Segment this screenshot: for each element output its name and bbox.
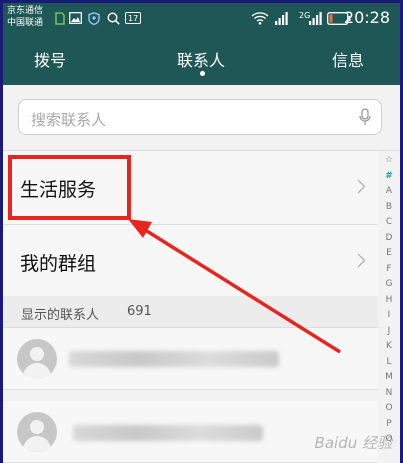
alpha-index-letter[interactable]: B — [386, 200, 392, 216]
signal-icon-2 — [309, 11, 323, 25]
search-area: 搜索联系人 — [3, 85, 400, 151]
alpha-index-letter[interactable]: L — [386, 355, 391, 371]
alpha-index-letter[interactable]: H — [386, 293, 393, 309]
alpha-index-letter[interactable]: O — [385, 401, 392, 417]
alpha-index-letter[interactable]: F — [386, 262, 391, 278]
contacts-panel: 搜索联系人 生活服务 我的群组 显示的联系人 691 ☆ # A B C D E F G H I J K… — [3, 85, 400, 463]
alpha-index-letter[interactable]: M — [385, 370, 393, 386]
my-groups-label: 我的群组 — [20, 253, 97, 275]
watermark: Baidu 经验 — [314, 434, 392, 452]
chevron-right-icon — [357, 253, 366, 272]
chevron-right-icon — [357, 179, 366, 198]
section-label: 显示的联系人 — [21, 308, 100, 323]
search-input[interactable]: 搜索联系人 — [18, 99, 382, 135]
carrier-info: 京东通信 中国联通 — [7, 5, 43, 29]
carrier-name-2: 中国联通 — [7, 18, 44, 28]
alpha-index-letter[interactable]: E — [386, 246, 392, 262]
tab-messages[interactable]: 信息 — [332, 47, 364, 71]
contact-count: 691 — [127, 304, 152, 319]
status-bar: 京东通信 中国联通 17 2G 20:28 — [3, 3, 400, 33]
alpha-index-letter[interactable]: A — [386, 184, 392, 200]
image-icon — [69, 11, 82, 25]
search-placeholder: 搜索联系人 — [31, 111, 107, 129]
blurred-contact-name — [73, 425, 263, 441]
tab-contacts[interactable]: 联系人 — [177, 47, 225, 71]
alpha-index-letter[interactable]: J — [388, 324, 391, 340]
signal-icon-1 — [275, 11, 289, 25]
tab-bar: 拨号 联系人 信息 — [3, 33, 400, 85]
alpha-index-letter[interactable]: # — [385, 169, 393, 185]
shield-icon — [88, 11, 100, 25]
highlight-box — [8, 155, 131, 220]
wifi-icon — [251, 11, 269, 25]
search-icon — [107, 11, 120, 25]
sim-icon — [55, 11, 65, 25]
blurred-contact-name — [69, 351, 279, 367]
tab-dialer[interactable]: 拨号 — [34, 47, 66, 71]
alpha-index-letter[interactable]: C — [386, 215, 392, 231]
alpha-index-letter[interactable]: P — [386, 417, 391, 433]
alpha-index-letter[interactable]: I — [388, 308, 391, 324]
alpha-index-letter[interactable]: D — [386, 231, 393, 247]
mic-icon[interactable] — [359, 108, 371, 131]
sim-badge: 17 — [125, 12, 142, 24]
active-tab-indicator — [200, 71, 205, 76]
clock: 20:28 — [343, 8, 390, 27]
alpha-index-letter[interactable]: K — [386, 339, 392, 355]
alpha-index-letter[interactable]: ☆ — [385, 153, 393, 169]
contact-row[interactable] — [3, 328, 378, 390]
avatar — [17, 339, 57, 379]
alpha-index-letter[interactable]: N — [386, 386, 393, 402]
contacts-section-header: 显示的联系人 691 — [3, 296, 378, 328]
avatar — [17, 412, 57, 452]
alphabet-index[interactable]: ☆ # A B C D E F G H I J K L M N O P Q — [382, 153, 396, 448]
my-groups-row[interactable]: 我的群组 — [3, 225, 378, 299]
alpha-index-letter[interactable]: G — [386, 277, 393, 293]
carrier-name-1: 京东通信 — [7, 6, 44, 16]
